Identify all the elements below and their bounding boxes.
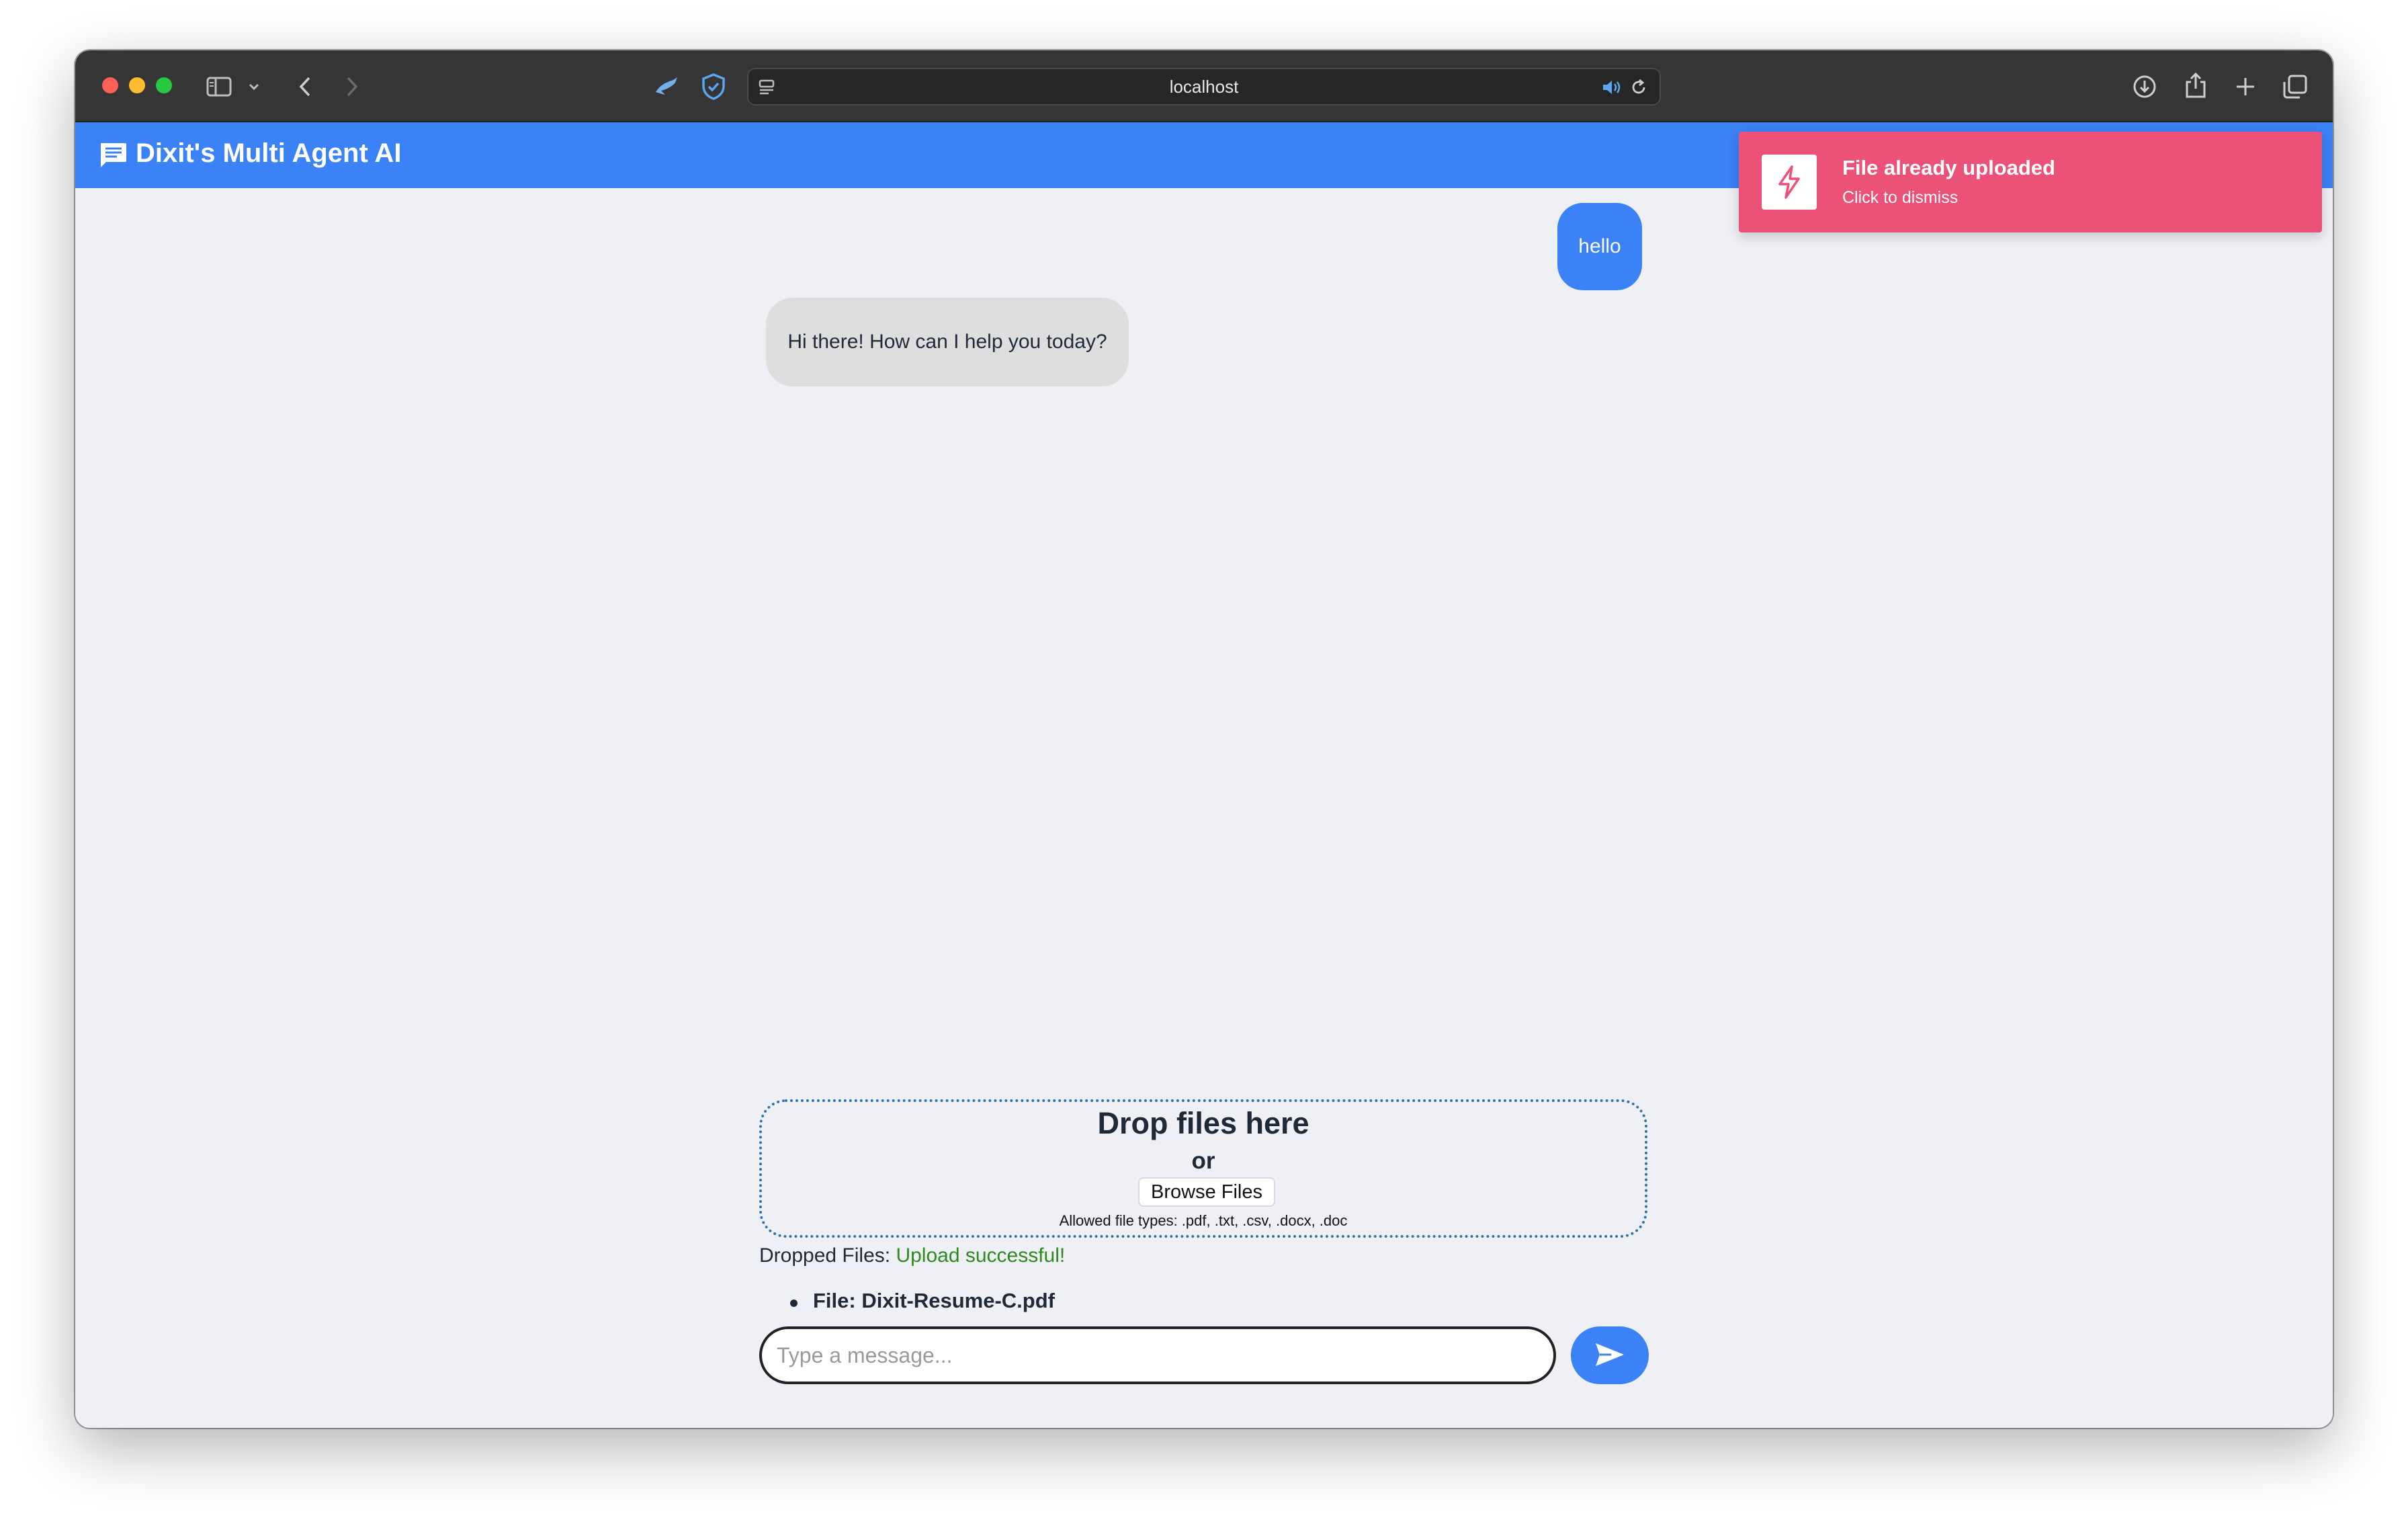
- app-title: Dixit's Multi Agent AI: [136, 138, 402, 168]
- back-icon[interactable]: [292, 73, 318, 100]
- plus-icon[interactable]: [2231, 72, 2260, 101]
- toast-dismiss-hint: Click to dismiss: [1842, 188, 1959, 207]
- page-content: Dixit's Multi Agent AI File already uplo…: [75, 122, 2333, 1428]
- assistant-message-bubble: Hi there! How can I help you today?: [766, 298, 1129, 386]
- tabs-icon[interactable]: [2280, 72, 2310, 101]
- window-maximize-button[interactable]: [156, 77, 172, 93]
- sidebar-icon[interactable]: [206, 73, 232, 100]
- speaker-icon[interactable]: [1600, 77, 1623, 97]
- list-bullet: [790, 1300, 798, 1307]
- toast-notification[interactable]: File already uploaded Click to dismiss: [1739, 132, 2322, 232]
- chat-icon: [98, 141, 128, 173]
- browser-toolbar: localhost: [75, 50, 2333, 122]
- url-text[interactable]: localhost: [748, 69, 1660, 104]
- dropped-files-label: Dropped Files:: [759, 1244, 896, 1267]
- browse-files-button[interactable]: Browse Files: [1138, 1177, 1275, 1207]
- send-icon: [1594, 1341, 1626, 1370]
- share-icon[interactable]: [2181, 69, 2210, 101]
- list-item: File: Dixit-Resume-C.pdf: [813, 1289, 1055, 1312]
- forward-icon[interactable]: [339, 73, 366, 100]
- window-minimize-button[interactable]: [129, 77, 145, 93]
- drop-zone-or: or: [1191, 1148, 1215, 1174]
- browser-window: localhost Dixit's Multi Agent AI File al…: [75, 50, 2333, 1428]
- window-close-button[interactable]: [102, 77, 118, 93]
- dropped-files-line: Dropped Files: Upload successful!: [759, 1244, 1065, 1267]
- address-bar[interactable]: localhost: [747, 68, 1661, 105]
- send-button[interactable]: [1571, 1326, 1649, 1384]
- lightning-icon: [1762, 155, 1817, 210]
- upload-status: Upload successful!: [896, 1244, 1066, 1267]
- chevron-down-icon[interactable]: [247, 80, 261, 93]
- message-input[interactable]: [759, 1326, 1556, 1384]
- toast-title: File already uploaded: [1842, 156, 2055, 179]
- file-drop-zone[interactable]: Drop files here or Browse Files Allowed …: [759, 1099, 1647, 1238]
- bird-extension-icon[interactable]: [652, 72, 681, 101]
- drop-zone-title: Drop files here: [1097, 1106, 1309, 1140]
- shield-check-icon[interactable]: [699, 71, 728, 103]
- user-message-bubble: hello: [1557, 203, 1642, 290]
- reload-icon[interactable]: [1629, 77, 1649, 97]
- download-icon[interactable]: [2130, 72, 2159, 101]
- allowed-file-types: Allowed file types: .pdf, .txt, .csv, .d…: [1059, 1212, 1348, 1229]
